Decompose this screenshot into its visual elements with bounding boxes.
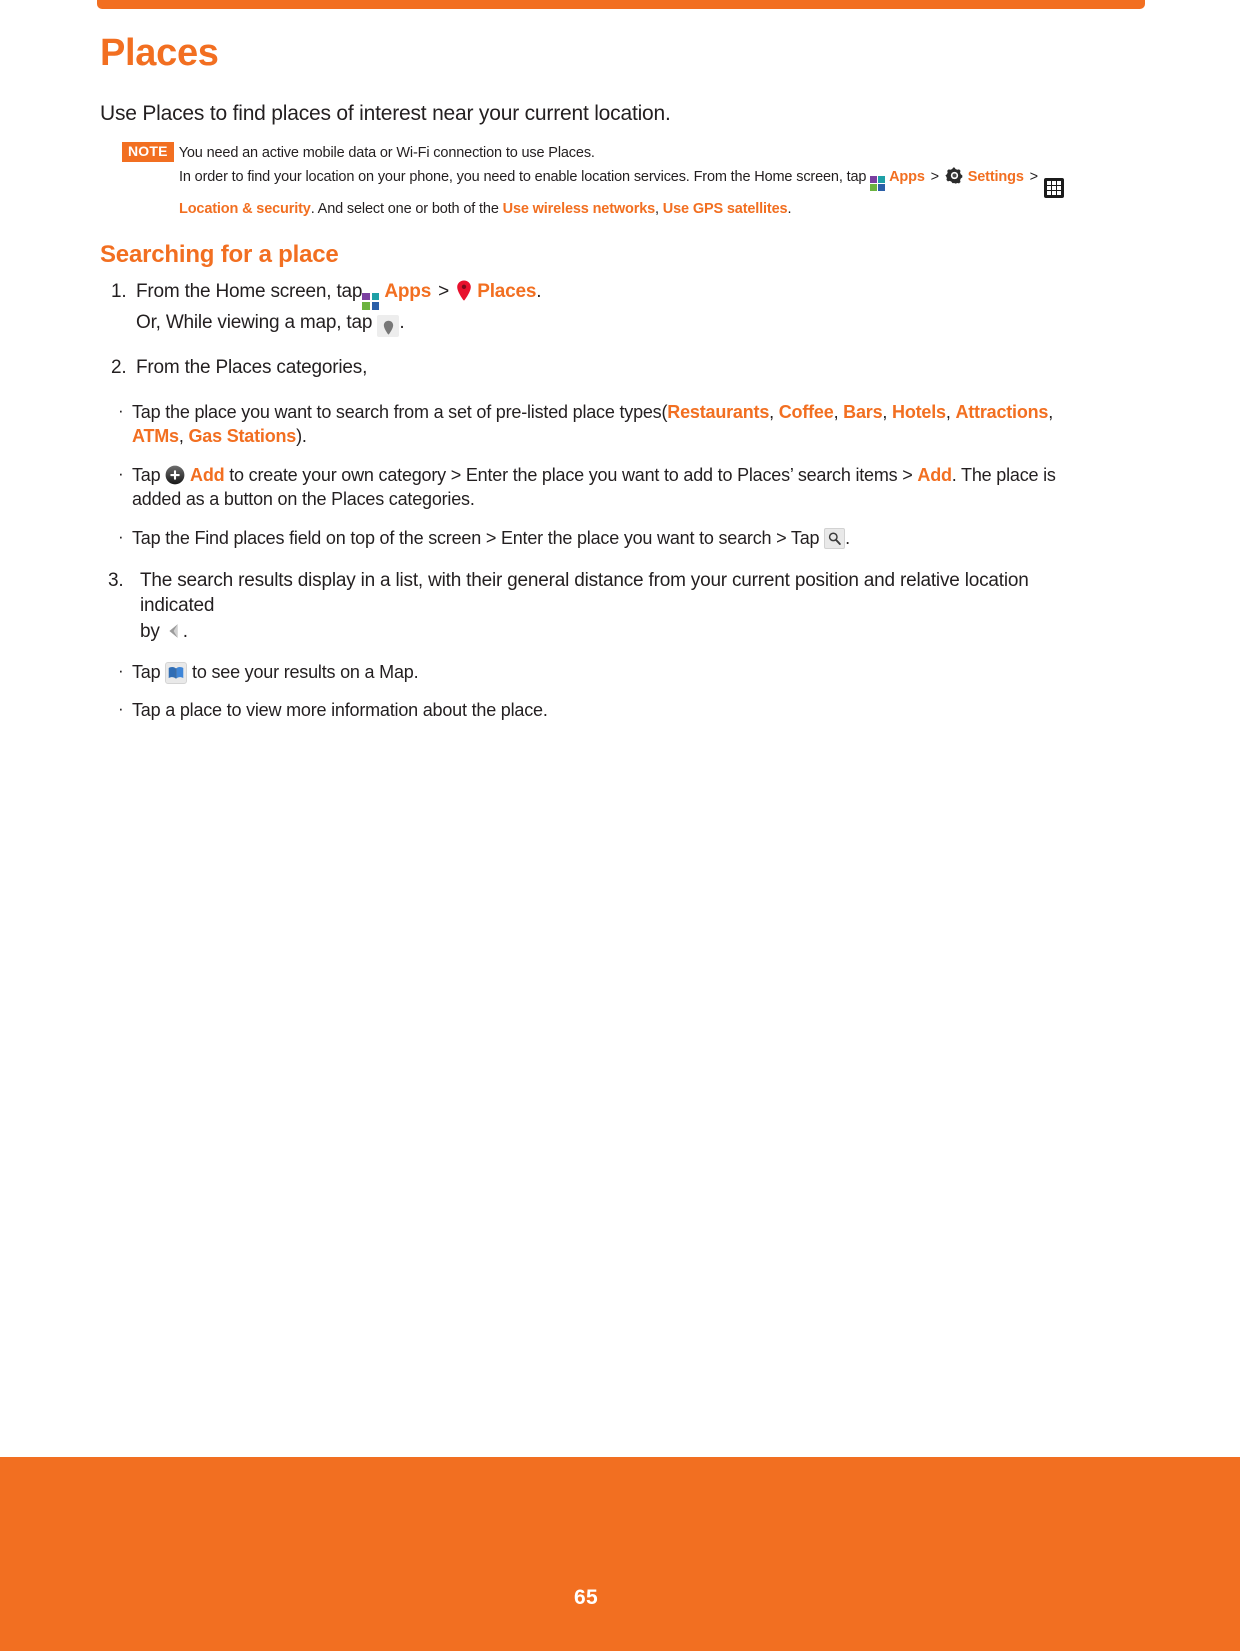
step-3-period: . [182,620,188,642]
bullet-find-places-field: · Tap the Find places field on top of th… [100,526,1100,550]
note-line-2-text: In order to find your location on your p… [179,168,867,185]
step-3-number: 3. [108,570,124,592]
app-drawer-icon [1043,177,1064,198]
step-1-text: From the Home screen, tap [136,281,363,303]
place-type-attractions: Attractions [955,401,1049,422]
note-line-3-end: . [787,200,792,217]
place-type-gas-stations: Gas Stations [188,426,297,447]
note-gps-satellites-label: Use GPS satellites [662,200,788,217]
footer-bar [0,1457,1240,1651]
step-1-apps-label: Apps [384,281,432,303]
note-line-2: In order to find your location on your p… [179,166,1100,198]
note-badge: NOTE [122,142,174,162]
map-pin-gray-icon [377,314,400,337]
step-1-substep: Or, While viewing a map, tap . [136,310,1100,337]
step-3-by-text: by [140,620,160,642]
bullet-map-text-2: to see your results on a Map. [192,661,419,682]
step-2-text: From the Places categories, [136,356,368,378]
direction-arrow-icon [169,623,178,638]
note-line-3: Location & security. And select one or b… [179,198,1100,221]
bullet-dot: · [118,400,124,420]
plus-circle-icon [165,465,185,485]
bullet-map-view: · Tap to see your results on a Map. [100,660,1100,684]
step-2-number: 2. [111,356,127,378]
step-1-places-label: Places [477,281,537,303]
step-1: 1. From the Home screen, tap Apps > Plac… [100,279,1100,337]
bullet-place-types-prefix: Tap the place you want to search from a … [132,401,668,422]
gear-icon [945,167,963,184]
place-type-coffee: Coffee [778,401,834,422]
note-block: NOTE You need an active mobile data or Wi… [122,142,1100,221]
note-line-3-mid: . And select one or both of the [310,200,503,217]
apps-grid-icon [362,292,380,310]
place-type-restaurants: Restaurants [667,401,770,422]
bullet-add-category: · Tap Add to create your own category > … [100,463,1100,512]
note-line-1: You need an active mobile data or Wi-Fi … [178,145,595,162]
bullet-add-text-1: Tap [132,464,161,485]
place-type-atms: ATMs [132,426,179,447]
intro-paragraph: Use Places to find places of interest ne… [100,101,671,125]
apps-grid-icon [870,175,886,191]
note-gt-2: > [1029,168,1038,185]
bullet-find-text: Tap the Find places field on top of the … [132,527,820,548]
note-wireless-networks-label: Use wireless networks [502,200,656,217]
step-2: 2. From the Places categories, [100,355,1100,380]
top-accent-bar [97,0,1145,9]
step-3: 3. The search results display in a list,… [100,568,1100,644]
note-line-3-comma: , [655,200,663,217]
bullet-dot: · [118,463,124,483]
bullet-tap-place-info: · Tap a place to view more information a… [100,698,1100,722]
search-icon [824,527,846,549]
step-1-substep-period: . [399,311,405,333]
section-title-searching: Searching for a place [100,241,339,269]
bullet-list-results: · Tap to see your results on a Map. · Ta… [100,660,1100,723]
note-apps-label: Apps [889,168,925,185]
note-gt-1: > [930,168,939,185]
bullet-dot: · [118,699,124,719]
step-1-period: . [536,281,542,303]
bullet-add-label-2: Add [917,464,952,485]
step-3-text: The search results display in a list, wi… [140,570,1029,617]
map-pin-red-icon [457,280,471,301]
page-content: Places Use Places to find places of inte… [100,32,1100,737]
step-3-substep: by . [140,619,1100,644]
bullet-add-label-1: Add [190,464,225,485]
bullet-find-period: . [845,527,850,548]
bullet-list-categories: · Tap the place you want to search from … [100,400,1100,550]
step-1-substep-text: Or, While viewing a map, tap [136,311,373,333]
bullet-place-types-suffix: ). [296,426,307,447]
bullet-tap-place-text: Tap a place to view more information abo… [132,700,548,721]
bullet-dot: · [118,660,124,680]
place-type-bars: Bars [843,401,883,422]
step-1-gt: > [438,281,450,303]
note-settings-label: Settings [967,168,1024,185]
page-number: 65 [574,1586,598,1609]
bullet-map-text-1: Tap [132,661,161,682]
place-type-hotels: Hotels [892,401,946,422]
bullet-add-text-2: to create your own category > Enter the … [229,464,913,485]
bullet-dot: · [118,526,124,546]
step-1-number: 1. [111,281,127,303]
bullet-place-types: · Tap the place you want to search from … [118,400,1054,447]
map-book-icon [165,661,188,684]
note-location-security-label: Location & security [179,200,311,217]
page-title: Places [100,32,219,74]
